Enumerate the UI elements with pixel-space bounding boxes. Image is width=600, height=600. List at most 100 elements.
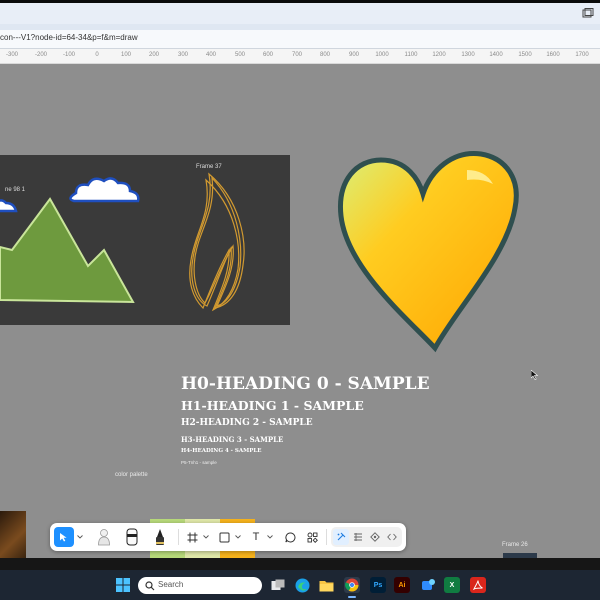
ruler-tick: -200 — [34, 52, 48, 58]
ruler-tick: 1500 — [518, 52, 532, 58]
task-view-icon — [271, 579, 285, 590]
network-app-button[interactable] — [420, 577, 436, 593]
illustrator-icon: Ai — [398, 581, 406, 589]
chrome-button[interactable] — [344, 577, 360, 593]
sparkle-pen-icon — [337, 532, 346, 541]
move-tool-dropdown[interactable] — [76, 527, 84, 547]
avatar-icon — [126, 528, 138, 546]
heading-1[interactable]: H1-HEADING 1 - SAMPLE — [181, 398, 364, 413]
bottom-toolbar: T — [50, 523, 406, 551]
folder-icon — [319, 580, 333, 591]
ruler-tick: 200 — [148, 52, 160, 58]
chevron-down-icon — [77, 535, 83, 539]
ruler-tick: 900 — [348, 52, 360, 58]
figure-tool-3[interactable] — [150, 527, 170, 547]
ruler-tick: 1600 — [546, 52, 560, 58]
heading-5[interactable]: P5-Tnh1 - sample — [181, 460, 217, 465]
ruler-tick: 1200 — [432, 52, 446, 58]
chrome-icon — [345, 578, 359, 592]
cloud-small-icon — [0, 199, 18, 213]
leaf-sketch[interactable] — [185, 170, 255, 316]
task-view-button[interactable] — [270, 577, 286, 593]
frame-tool-button[interactable] — [184, 527, 200, 547]
photoshop-icon: Ps — [373, 581, 383, 589]
heading-3[interactable]: H3-HEADING 3 - SAMPLE — [181, 435, 283, 444]
illustrator-button[interactable]: Ai — [394, 577, 410, 593]
components-icon — [307, 532, 318, 543]
acrobat-button[interactable] — [470, 577, 486, 593]
ruler-tick: 1300 — [461, 52, 475, 58]
diamond-icon — [370, 532, 380, 542]
acrobat-icon — [472, 580, 483, 591]
move-tool-button[interactable] — [54, 527, 74, 547]
cloud-icon — [69, 177, 140, 203]
ruler-tick: 800 — [319, 52, 331, 58]
window-controls[interactable] — [582, 8, 594, 20]
ruler-tick: 1000 — [375, 52, 389, 58]
text-icon: T — [252, 531, 260, 543]
taskbar-search[interactable]: Search — [138, 577, 262, 594]
design-canvas[interactable]: ne 98 1 Frame 37 H0-HEADING 0 - SAMPLE H… — [0, 64, 600, 558]
file-explorer-button[interactable] — [318, 577, 334, 593]
ruler-tick: -100 — [62, 52, 76, 58]
ruler-tick: 0 — [95, 52, 99, 58]
figure-tool-2[interactable] — [122, 527, 142, 547]
color-palette-label[interactable]: color palette — [115, 472, 148, 478]
search-placeholder: Search — [158, 580, 184, 589]
tab-strip[interactable] — [0, 3, 600, 24]
heading-2[interactable]: H2-HEADING 2 - SAMPLE — [181, 418, 313, 428]
edge-button[interactable] — [294, 577, 310, 593]
mouse-cursor-icon — [531, 370, 539, 380]
horizontal-ruler: -300 -200 -100 0 100 200 300 400 500 600… — [0, 49, 600, 64]
code-mode-button[interactable] — [384, 529, 400, 545]
design-mode-button[interactable] — [350, 529, 366, 545]
mountain-shape — [0, 197, 135, 304]
text-tool-dropdown[interactable] — [266, 527, 274, 547]
hash-icon — [187, 532, 197, 542]
ruler-tick: 1400 — [489, 52, 503, 58]
windows-logo-icon — [116, 578, 130, 592]
heading-4[interactable]: H4-HEADING 4 - SAMPLE — [181, 448, 261, 454]
chevron-down-icon — [203, 535, 209, 539]
code-icon — [387, 533, 397, 541]
comment-icon — [284, 531, 295, 542]
heart-shape — [338, 151, 519, 353]
dev-mode-button[interactable] — [367, 529, 383, 545]
restore-icon[interactable] — [582, 8, 594, 18]
excel-icon: X — [449, 581, 455, 589]
avatar-icon — [98, 529, 110, 546]
photoshop-button[interactable]: Ps — [370, 577, 386, 593]
toolbar-divider — [326, 529, 327, 545]
frame26-label[interactable]: Frame 26 — [502, 542, 528, 548]
mode-switcher — [331, 527, 402, 547]
image-thumbnail[interactable] — [0, 511, 26, 558]
frame-tool-dropdown[interactable] — [202, 527, 210, 547]
windows-start-button[interactable] — [115, 577, 131, 593]
shape-tool-button[interactable] — [216, 527, 232, 547]
address-bar[interactable]: con---V1?node-id=64-34&p=f&m=draw — [0, 30, 600, 49]
comment-tool-button[interactable] — [282, 527, 298, 547]
ruler-tick: 400 — [205, 52, 217, 58]
figure-tool-1[interactable] — [94, 527, 114, 547]
network-icon — [421, 578, 435, 590]
draw-mode-button[interactable] — [333, 529, 349, 545]
browser-title-bar — [0, 0, 600, 30]
text-tool-button[interactable]: T — [248, 527, 264, 547]
components-tool-button[interactable] — [304, 527, 320, 547]
ruler-tick: 100 — [120, 52, 132, 58]
excel-button[interactable]: X — [444, 577, 460, 593]
ruler-tick: 1700 — [575, 52, 589, 58]
heading-0[interactable]: H0-HEADING 0 - SAMPLE — [181, 374, 430, 394]
search-icon — [145, 581, 155, 591]
toolbar-divider — [178, 529, 179, 545]
ruler-tick: 1100 — [404, 52, 418, 58]
ruler-tick: 600 — [262, 52, 274, 58]
square-icon — [219, 532, 229, 542]
chevron-down-icon — [235, 535, 241, 539]
ruler-tick: 700 — [291, 52, 303, 58]
heart-illustration[interactable] — [337, 148, 521, 354]
layout-icon — [354, 533, 362, 541]
edge-icon — [295, 578, 309, 592]
url-text[interactable]: con---V1?node-id=64-34&p=f&m=draw — [0, 33, 138, 42]
shape-tool-dropdown[interactable] — [234, 527, 242, 547]
